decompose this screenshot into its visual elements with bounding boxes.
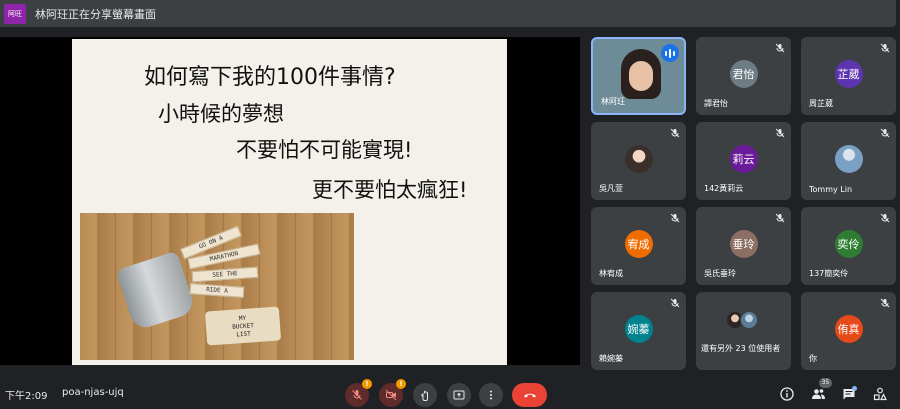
meeting-info-button[interactable] xyxy=(779,386,795,402)
participant-avatar: 君怡 xyxy=(729,60,758,88)
participant-name: Tommy Lin xyxy=(809,185,853,194)
participant-name: 137簡奕伶 xyxy=(809,269,849,278)
mic-off-icon xyxy=(880,128,890,138)
shared-screen: 如何寫下我的100件事情? 小時候的夢想 不要怕不可能實現! 更不要怕太瘋狂! … xyxy=(0,37,580,365)
slide-line-2: 不要怕不可能實現! xyxy=(236,138,413,162)
activities-icon xyxy=(873,387,887,401)
people-icon xyxy=(811,389,825,399)
participant-avatar: 侑真 xyxy=(834,315,863,343)
participant-name: 你 xyxy=(809,354,817,363)
mic-off-icon xyxy=(880,213,890,223)
slide-title: 如何寫下我的100件事情? xyxy=(144,65,396,90)
camera-toggle-button[interactable]: ! xyxy=(379,379,406,407)
participant-avatar: 宥成 xyxy=(624,230,653,258)
activities-button[interactable] xyxy=(872,386,888,402)
participant-tile[interactable]: 吳凡萱 xyxy=(591,122,686,200)
others-tile[interactable]: 還有另外 23 位使用者 xyxy=(696,292,791,370)
camera-warning-badge: ! xyxy=(396,379,406,389)
participant-name: 吳凡萱 xyxy=(599,184,623,193)
participant-tile[interactable]: 莉云 142黃莉云 xyxy=(696,122,791,200)
participant-avatar: 垂玲 xyxy=(729,230,758,258)
participant-avatar: 婉蓁 xyxy=(624,315,653,343)
present-icon xyxy=(453,390,465,400)
participant-photo-avatar xyxy=(624,145,653,173)
participant-tile[interactable]: 奕伶 137簡奕伶 xyxy=(801,207,896,285)
participant-tile[interactable]: 垂玲 吳氏垂玲 xyxy=(696,207,791,285)
people-button[interactable] xyxy=(810,386,826,402)
presenter-avatar: 阿旺 xyxy=(4,3,26,24)
mic-warning-badge: ! xyxy=(362,379,372,389)
mic-off-icon xyxy=(670,213,680,223)
photo-stick-3: SEE THE xyxy=(191,266,259,283)
mic-off-icon xyxy=(775,128,785,138)
participant-tile-self[interactable]: 侑真 你 xyxy=(801,292,896,370)
participant-name: 周芷葳 xyxy=(809,99,833,108)
slide-line-3: 更不要怕太瘋狂! xyxy=(312,178,468,202)
participant-avatar: 芷葳 xyxy=(834,60,863,88)
other-avatar xyxy=(740,311,758,329)
participant-tile[interactable]: 宥成 林宥成 xyxy=(591,207,686,285)
chat-button[interactable] xyxy=(841,386,857,402)
speaking-indicator-icon xyxy=(661,44,679,62)
raise-hand-button[interactable] xyxy=(413,383,437,407)
info-icon xyxy=(780,387,794,401)
chat-unread-dot xyxy=(852,386,857,391)
end-call-button[interactable] xyxy=(512,383,547,407)
other-participants-avatars xyxy=(726,311,766,335)
participant-name: 譚君怡 xyxy=(704,99,728,108)
meeting-code[interactable]: poa-njas-ujq xyxy=(62,387,124,398)
present-button[interactable] xyxy=(447,383,471,407)
participant-name: 吳氏垂玲 xyxy=(704,269,736,278)
end-call-icon xyxy=(523,393,536,398)
slide-line-1: 小時候的夢想 xyxy=(158,102,284,126)
participant-avatar: 莉云 xyxy=(729,145,758,173)
participant-avatar: 奕伶 xyxy=(834,230,863,258)
participant-video xyxy=(621,49,661,99)
mic-off-icon xyxy=(775,213,785,223)
participant-tile[interactable]: 芷葳 周芷葳 xyxy=(801,37,896,115)
bucket-list-photo: GO ON A MARATHON SEE THE RIDE A MY BUCKE… xyxy=(80,213,354,360)
participant-name: 林阿玨 xyxy=(601,97,625,106)
participant-name: 林宥成 xyxy=(599,269,623,278)
mic-off-icon xyxy=(670,298,680,308)
bucket-image xyxy=(115,250,197,332)
mic-off-icon xyxy=(775,43,785,53)
more-icon xyxy=(490,390,492,400)
participant-tile[interactable]: 君怡 譚君怡 xyxy=(696,37,791,115)
others-count-label: 還有另外 23 位使用者 xyxy=(701,344,781,353)
mic-off-icon xyxy=(880,43,890,53)
participant-name: 賴婉蓁 xyxy=(599,354,623,363)
bucket-list-tag: MY BUCKET LIST xyxy=(204,306,282,346)
mic-off-icon xyxy=(352,390,362,400)
presenting-text: 林阿玨正在分享螢幕畫面 xyxy=(35,7,156,21)
presentation-slide: 如何寫下我的100件事情? 小時候的夢想 不要怕不可能實現! 更不要怕太瘋狂! … xyxy=(72,39,507,365)
mic-off-icon xyxy=(880,298,890,308)
more-options-button[interactable] xyxy=(479,383,503,407)
participant-photo-avatar xyxy=(834,145,863,173)
photo-stick-4: RIDE A xyxy=(189,283,245,298)
presenting-banner: 阿旺 林阿玨正在分享螢幕畫面 xyxy=(0,0,896,27)
hand-raise-icon xyxy=(421,390,428,401)
mic-off-icon xyxy=(670,128,680,138)
participant-name: 142黃莉云 xyxy=(704,184,744,193)
participant-tile[interactable]: 婉蓁 賴婉蓁 xyxy=(591,292,686,370)
mic-toggle-button[interactable]: ! xyxy=(345,379,372,407)
participant-tile-presenter[interactable]: 林阿玨 xyxy=(591,37,686,115)
participant-tile[interactable]: Tommy Lin xyxy=(801,122,896,200)
meeting-controls-bar: 下午2:09 poa-njas-ujq ! ! 35 xyxy=(0,378,900,409)
videocam-off-icon xyxy=(385,389,397,401)
meeting-time: 下午2:09 xyxy=(5,391,48,402)
